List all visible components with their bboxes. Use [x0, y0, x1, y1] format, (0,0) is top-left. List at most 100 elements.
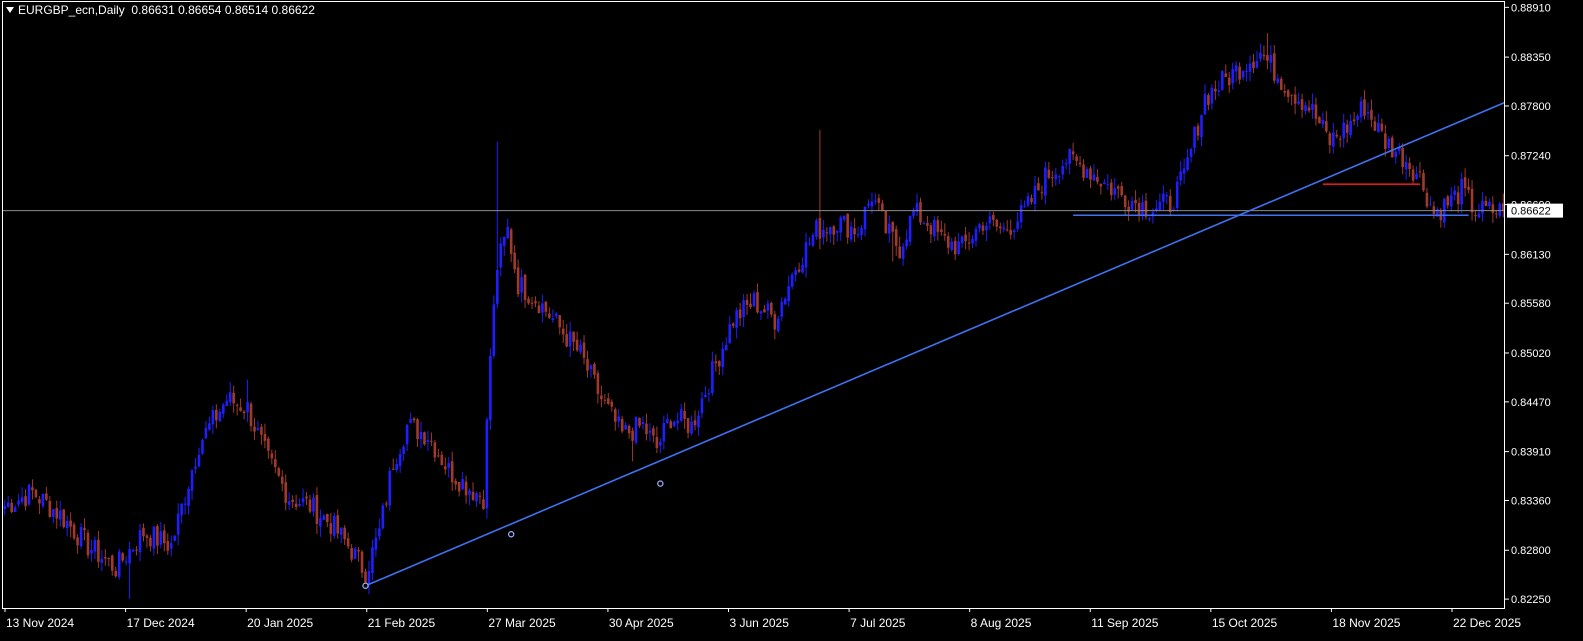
candle-body: [187, 488, 190, 506]
candle-body: [1189, 148, 1193, 157]
time-tick-label: 11 Sep 2025: [1091, 616, 1158, 630]
candle-body: [364, 571, 367, 585]
candle-body: [1186, 157, 1189, 170]
candle-body: [1328, 133, 1332, 146]
candle-body: [1338, 138, 1342, 140]
candle-body: [943, 233, 947, 236]
candle-body: [221, 404, 225, 414]
candle-body: [24, 496, 27, 507]
candle-body: [971, 238, 974, 244]
price-tick-label: 0.85020: [1511, 348, 1551, 360]
candle-body: [603, 399, 607, 401]
candle-body: [270, 453, 274, 459]
candle-body: [190, 470, 194, 491]
candle-body: [218, 411, 222, 421]
candle-body: [58, 510, 62, 520]
candle-body: [530, 302, 534, 304]
candle-body: [811, 234, 815, 246]
candle-body: [329, 523, 333, 534]
candle-body: [1318, 117, 1321, 124]
candle-body: [1276, 78, 1280, 83]
candle-body: [534, 301, 537, 304]
price-tick-label: 0.87240: [1511, 151, 1551, 163]
candle-body: [613, 409, 617, 422]
candle-body: [759, 311, 763, 314]
candle-body: [946, 236, 950, 248]
candle-body: [634, 417, 638, 443]
candle-body: [1082, 164, 1085, 178]
chart-header: EURGBP_ecn,Daily 0.86631 0.86654 0.86514…: [6, 3, 315, 17]
chart-menu-triangle-icon[interactable]: [6, 6, 14, 13]
candle-body: [1418, 171, 1422, 173]
candle-body: [1075, 156, 1078, 161]
candle-body: [228, 392, 232, 403]
candle-body: [169, 543, 173, 549]
candle-body: [301, 498, 305, 503]
candle-body: [374, 537, 378, 550]
candle-body: [1290, 94, 1293, 96]
candle-body: [1460, 178, 1463, 205]
candle-body: [291, 499, 294, 502]
candle-body: [804, 242, 808, 268]
candle-body: [1304, 105, 1307, 112]
candle-body: [10, 502, 13, 513]
candle-body: [152, 526, 156, 549]
candle-body: [159, 531, 163, 545]
candle-body: [513, 252, 516, 270]
candle-body: [1092, 174, 1096, 181]
candle-body: [641, 422, 645, 425]
candle-body: [770, 302, 773, 315]
candle-body: [3, 506, 7, 509]
candle-body: [908, 215, 912, 242]
candle-body: [1463, 177, 1467, 189]
candle-body: [65, 520, 69, 529]
candle-body: [409, 419, 412, 424]
candle-body: [367, 571, 371, 585]
candle-body: [447, 463, 451, 468]
candle-body: [1373, 121, 1377, 131]
candle-body: [13, 507, 17, 512]
candle-body: [128, 549, 131, 564]
candle-body: [1345, 124, 1349, 133]
candle-body: [752, 293, 756, 307]
candle-body: [1175, 181, 1179, 208]
candle-body: [1363, 99, 1366, 116]
time-tick-label: 22 Dec 2025: [1453, 616, 1521, 630]
candle-body: [1134, 199, 1137, 204]
candle-body: [371, 547, 374, 574]
candle-body: [378, 528, 381, 537]
trend-line-anchor: [507, 531, 515, 538]
candle-body: [419, 431, 423, 440]
candle-body: [1023, 206, 1026, 208]
candle-body: [922, 222, 926, 224]
candle-body: [766, 303, 770, 311]
candle-body: [1096, 177, 1099, 182]
candle-body: [1002, 227, 1006, 230]
price-chart[interactable]: 0.889100.883500.878000.872400.866900.861…: [0, 0, 1583, 641]
candle-body: [72, 524, 76, 539]
candle-body: [173, 535, 177, 541]
trend-line-anchor: [362, 582, 369, 589]
candle-body: [1331, 132, 1335, 147]
candle-body: [1051, 177, 1054, 179]
candle-body: [433, 442, 437, 458]
candle-body: [520, 277, 523, 293]
candle-body: [1273, 53, 1276, 81]
candle-body: [121, 553, 124, 561]
candle-body: [62, 509, 65, 528]
price-tick-label: 0.86130: [1511, 249, 1551, 261]
candle-body: [957, 241, 960, 255]
candle-body: [1425, 192, 1429, 207]
candle-body: [1359, 101, 1363, 118]
candle-body: [430, 440, 433, 442]
candle-body: [1307, 107, 1311, 111]
candle-body: [1220, 71, 1224, 90]
candle-body: [138, 530, 142, 553]
candle-body: [1099, 183, 1103, 187]
candle-body: [1293, 94, 1297, 104]
candle-body: [596, 373, 600, 394]
candle-body: [1297, 101, 1300, 104]
candle-body: [676, 420, 679, 424]
candle-body: [1370, 109, 1373, 120]
price-tick-label: 0.83910: [1511, 447, 1551, 459]
